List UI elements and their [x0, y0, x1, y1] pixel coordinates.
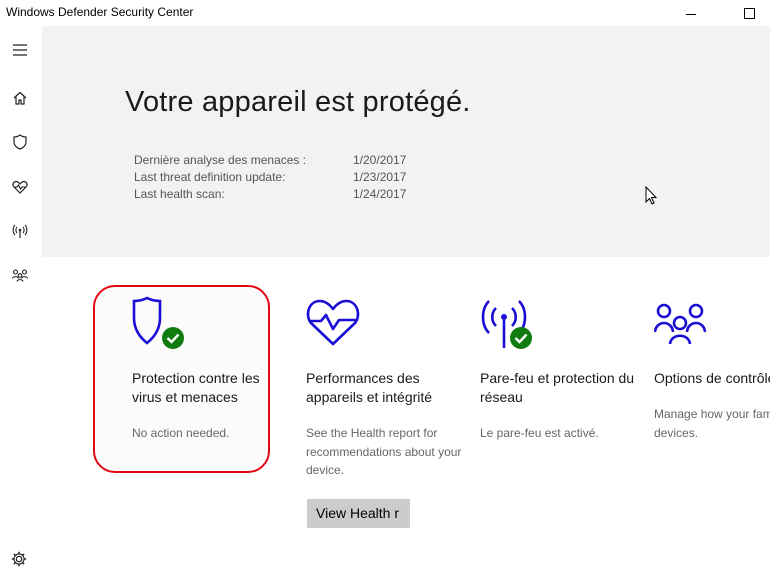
mouse-cursor-icon [645, 185, 659, 211]
minimize-button[interactable] [668, 0, 714, 26]
home-icon[interactable] [9, 87, 31, 109]
shield-icon[interactable] [9, 131, 31, 153]
card-description: Manage how your family uses their device… [654, 407, 770, 440]
scan-label: Dernière analyse des menaces : [134, 153, 307, 167]
sidebar [0, 26, 42, 577]
scan-value: 1/24/2017 [353, 187, 407, 201]
card-description: No action needed. [132, 426, 230, 440]
scan-value: 1/20/2017 [353, 153, 407, 167]
heart-pulse-icon [306, 288, 376, 352]
hamburger-menu-icon[interactable] [9, 39, 31, 61]
scan-label: Last threat definition update: [134, 170, 286, 184]
status-hero: Votre appareil est protégé. Dernière ana… [42, 26, 770, 257]
protection-status-heading: Votre appareil est protégé. [125, 86, 471, 118]
view-health-report-button[interactable]: View Health r [307, 499, 410, 528]
family-options-card[interactable]: Options de contrôle parental Manage how … [654, 288, 770, 478]
device-health-card[interactable]: Performances des appareils et intégrité … [306, 288, 471, 478]
card-title: Pare-feu et protection du réseau [480, 370, 635, 405]
card-description: Le pare-feu est activé. [480, 426, 599, 440]
shield-check-icon [132, 288, 202, 352]
scan-value: 1/23/2017 [353, 170, 407, 184]
card-title: Performances des appareils et intégrité [306, 370, 433, 405]
family-icon[interactable] [9, 264, 31, 286]
window-title: Windows Defender Security Center [6, 5, 194, 19]
scan-label: Last health scan: [134, 187, 225, 201]
antenna-check-icon [480, 288, 550, 352]
card-description: See the Health report for recommendation… [306, 426, 462, 477]
gear-icon[interactable] [10, 550, 30, 570]
card-title: Protection contre les virus et menaces [132, 370, 260, 405]
firewall-card[interactable]: Pare-feu et protection du réseau Le pare… [480, 288, 645, 478]
maximize-icon [743, 7, 755, 19]
title-bar: Windows Defender Security Center [0, 0, 770, 26]
card-title: Options de contrôle parental [654, 370, 770, 386]
minimize-icon [686, 13, 696, 15]
antenna-icon[interactable] [9, 220, 31, 242]
family-icon [654, 288, 724, 352]
heart-pulse-icon[interactable] [9, 176, 31, 198]
maximize-button[interactable] [726, 0, 770, 26]
virus-protection-card[interactable]: Protection contre les virus et menaces N… [132, 288, 297, 478]
